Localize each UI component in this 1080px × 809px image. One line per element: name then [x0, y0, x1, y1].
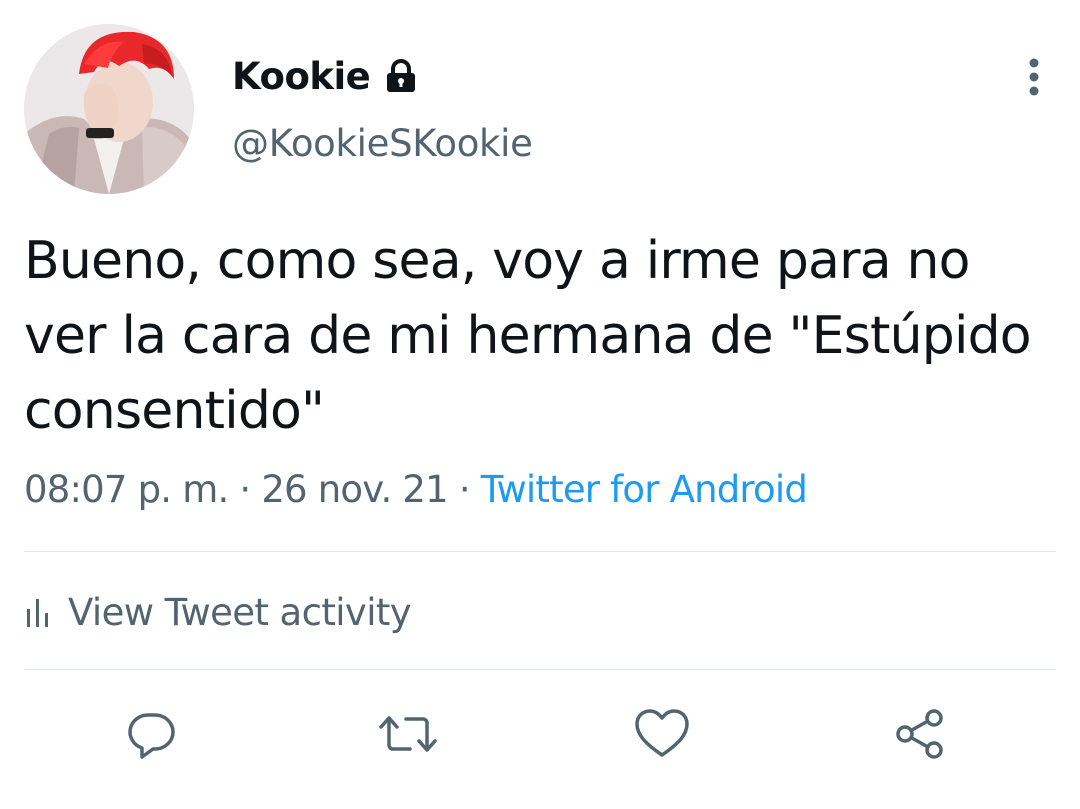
- divider: [24, 551, 1056, 552]
- avatar-photo: [24, 24, 194, 194]
- display-name[interactable]: Kookie: [232, 55, 371, 98]
- meta-separator: ·: [458, 468, 471, 511]
- share-button[interactable]: [890, 704, 950, 764]
- tweet-source-link[interactable]: Twitter for Android: [481, 468, 808, 511]
- tweet-detail: Kookie @KookieSKookie Bueno, como sea, v…: [0, 0, 1080, 809]
- divider: [24, 669, 1056, 670]
- avatar[interactable]: [24, 24, 194, 194]
- reply-icon: [128, 713, 175, 759]
- share-icon: [896, 709, 943, 759]
- more-vertical-icon: [1029, 58, 1039, 96]
- tweet-metadata: 08:07 p. m. · 26 nov. 21 · Twitter for A…: [24, 468, 808, 511]
- view-tweet-activity-button[interactable]: View Tweet activity: [24, 580, 412, 644]
- tweet-text: Bueno, como sea, voy a irme para no ver …: [24, 231, 1032, 441]
- lock-icon: [384, 58, 418, 94]
- bar-chart-icon: [27, 599, 48, 627]
- retweet-button[interactable]: [378, 704, 438, 764]
- more-options-button[interactable]: [1014, 55, 1054, 99]
- like-button[interactable]: [632, 704, 692, 764]
- tweet-time: 08:07 p. m.: [24, 468, 229, 511]
- user-handle[interactable]: @KookieSKookie: [232, 122, 533, 165]
- heart-icon: [635, 709, 689, 757]
- display-name-row: Kookie: [232, 50, 418, 102]
- tweet-date: 26 nov. 21: [261, 468, 448, 511]
- view-tweet-activity-label: View Tweet activity: [68, 590, 412, 634]
- reply-button[interactable]: [122, 704, 182, 764]
- retweet-icon: [379, 716, 437, 752]
- meta-separator: ·: [239, 468, 251, 511]
